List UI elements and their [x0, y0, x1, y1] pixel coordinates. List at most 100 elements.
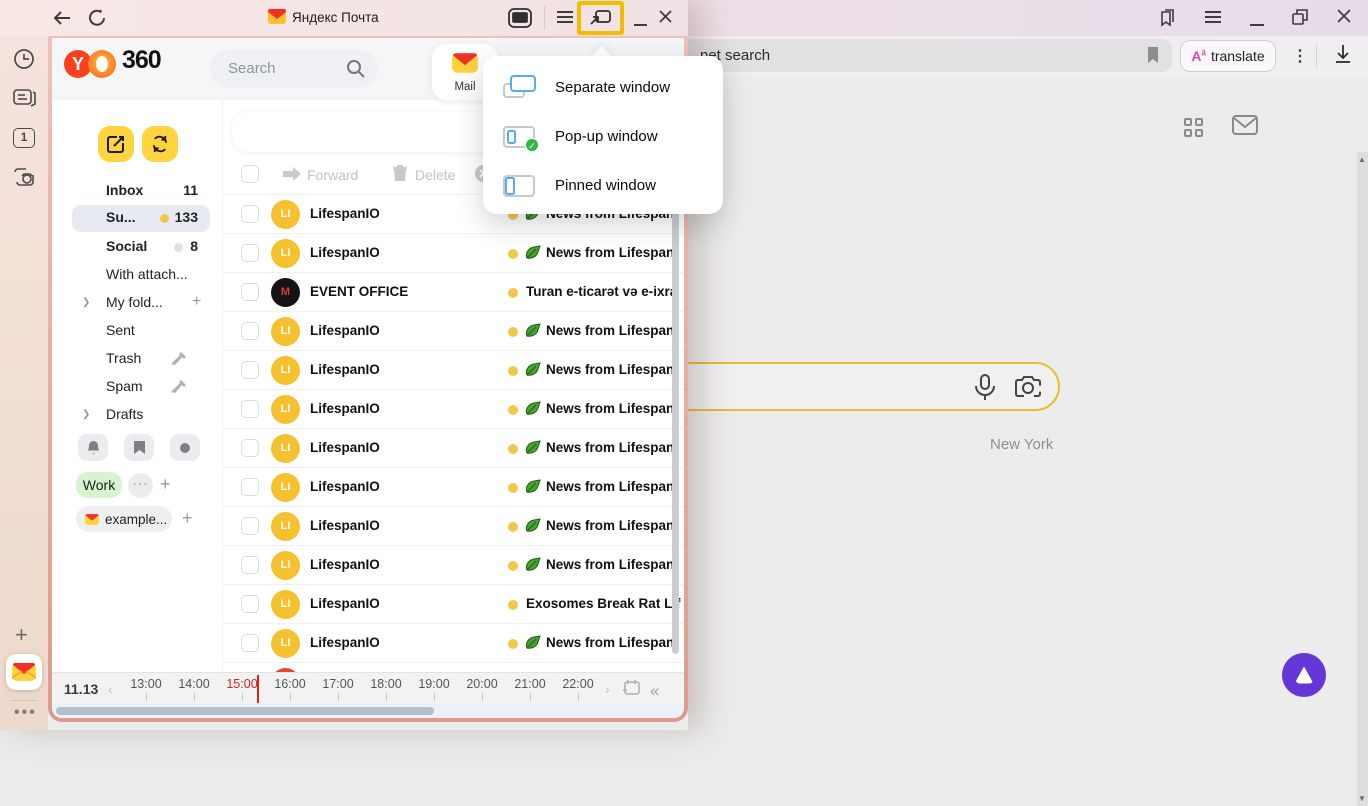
scroll-up-icon[interactable]: ▲ [1358, 155, 1366, 164]
mail-search-input[interactable]: Search [210, 50, 378, 88]
page-scrollbar[interactable]: ▲ ▼ [1357, 152, 1368, 806]
folder-item-su[interactable]: Su...133 [52, 205, 222, 232]
maximize-icon[interactable] [1292, 9, 1308, 30]
email-checkbox[interactable] [241, 517, 259, 535]
clear-folder-icon[interactable] [170, 351, 187, 369]
bookmark-flag-icon[interactable] [1146, 46, 1160, 69]
bookmarks-icon[interactable] [1156, 8, 1176, 33]
email-subject: Exosomes Break Rat Lif [526, 596, 681, 611]
minimize-icon[interactable] [1250, 14, 1264, 32]
email-row[interactable]: LILifespanIONews from Lifespan. [222, 233, 684, 272]
folder-item-drafts[interactable]: ❯Drafts [52, 402, 222, 429]
email-row[interactable]: LILifespanIOExosomes Break Rat Lif [222, 584, 684, 623]
tab-counter-icon[interactable]: 1 [13, 128, 35, 148]
email-list: LILifespanIONews from Lifespan.LILifespa… [222, 194, 684, 714]
page-mail-icon[interactable] [1232, 114, 1258, 141]
mail-minimize-icon[interactable] [634, 14, 647, 32]
select-all-checkbox[interactable] [241, 165, 259, 183]
clear-folder-icon[interactable] [170, 379, 187, 397]
email-checkbox[interactable] [241, 322, 259, 340]
weather-city-label[interactable]: New York [990, 436, 1053, 453]
mail-app-icon[interactable] [6, 654, 42, 690]
more-options-icon[interactable]: ⋮ [1292, 46, 1308, 66]
expand-chevron-icon[interactable]: ❯ [82, 297, 90, 308]
compose-button[interactable] [98, 126, 134, 162]
titlebar-mail-icon[interactable] [508, 8, 532, 33]
download-icon[interactable] [1334, 44, 1352, 69]
feed-icon[interactable] [13, 88, 36, 113]
alice-assistant-button[interactable] [1282, 653, 1326, 697]
new-tab-icon[interactable]: + [15, 622, 28, 648]
folder-item-sent[interactable]: Sent [52, 318, 222, 345]
translate-button[interactable]: Aã translate [1180, 40, 1276, 72]
email-row[interactable]: LILifespanIONews from Lifespan. [222, 467, 684, 506]
side-more-icon[interactable]: ••• [14, 704, 37, 722]
email-checkbox[interactable] [241, 439, 259, 457]
mail-menu-icon[interactable] [556, 10, 574, 29]
add-account-icon[interactable]: + [182, 508, 193, 529]
folder-item-myfold[interactable]: ❯My fold...+ [52, 290, 222, 317]
delete-icon [393, 165, 407, 182]
email-row[interactable]: LILifespanIONews from Lifespan. [222, 350, 684, 389]
email-checkbox[interactable] [241, 400, 259, 418]
screenshot-icon[interactable] [13, 166, 37, 193]
menu-item-separate-window[interactable]: Separate window [483, 66, 723, 112]
tag-more-button[interactable]: ··· [128, 473, 153, 498]
menu-item-pinned-window[interactable]: Pinned window [483, 164, 723, 210]
folder-item-spam[interactable]: Spam [52, 374, 222, 401]
list-scrollbar[interactable] [672, 212, 679, 654]
add-tag-icon[interactable]: + [160, 474, 171, 495]
email-checkbox[interactable] [241, 205, 259, 223]
email-checkbox[interactable] [241, 478, 259, 496]
y360-logo-icon[interactable] [88, 50, 116, 78]
email-row[interactable]: LILifespanIONews from Lifespan. [222, 311, 684, 350]
voice-search-icon[interactable] [974, 374, 996, 407]
menu-item-popup-window[interactable]: ✓ Pop-up window [483, 115, 723, 161]
bookmarked-pill[interactable] [124, 434, 154, 461]
email-row[interactable]: LILifespanIONews from Lifespan. [222, 506, 684, 545]
timeline-tick [386, 693, 387, 701]
folder-item-trash[interactable]: Trash [52, 346, 222, 373]
email-row[interactable]: MEVENT OFFICETuran e-ticarət və e-ixra [222, 272, 684, 311]
email-row[interactable]: LILifespanIONews from Lifespan. [222, 545, 684, 584]
email-checkbox[interactable] [241, 634, 259, 652]
apps-grid-icon[interactable] [1184, 118, 1203, 137]
timeline-prev-icon[interactable]: ‹ [108, 681, 113, 697]
history-icon[interactable] [13, 48, 35, 75]
email-checkbox[interactable] [241, 244, 259, 262]
add-event-icon[interactable] [622, 679, 640, 702]
account-shortcut[interactable]: example... [76, 506, 172, 532]
scroll-down-icon[interactable]: ▼ [1358, 794, 1366, 803]
collapse-timeline-icon[interactable]: « [650, 681, 659, 701]
refresh-icon[interactable] [88, 8, 107, 32]
reminders-pill[interactable] [78, 434, 108, 461]
timeline-next-icon[interactable]: › [605, 681, 610, 697]
horizontal-scrollbar[interactable] [52, 704, 684, 718]
email-row[interactable]: LILifespanIONews from Lifespan. [222, 623, 684, 662]
back-icon[interactable] [52, 9, 72, 32]
email-row[interactable]: LILifespanIONews from Lifespan. [222, 389, 684, 428]
delete-button[interactable]: Delete [415, 167, 455, 183]
email-subject: News from Lifespan. [546, 557, 678, 572]
email-row[interactable]: LILifespanIONews from Lifespan. [222, 428, 684, 467]
email-checkbox[interactable] [241, 283, 259, 301]
sender-avatar: LI [271, 473, 300, 502]
mail-close-icon[interactable] [658, 9, 673, 29]
forward-button[interactable]: Forward [307, 167, 358, 183]
folder-item-withattach[interactable]: With attach... [52, 262, 222, 289]
unread-filter-pill[interactable] [170, 434, 200, 461]
menu-icon[interactable] [1204, 10, 1222, 29]
email-checkbox[interactable] [241, 595, 259, 613]
image-search-icon[interactable] [1014, 374, 1042, 405]
add-folder-icon[interactable]: + [192, 293, 201, 311]
check-mail-button[interactable] [142, 126, 178, 162]
tag-work[interactable]: Work [76, 472, 122, 498]
hscroll-thumb[interactable] [56, 707, 434, 715]
email-checkbox[interactable] [241, 361, 259, 379]
expand-chevron-icon[interactable]: ❯ [82, 409, 90, 420]
yandex-search-bar[interactable] [656, 362, 1060, 411]
close-icon[interactable] [1336, 8, 1352, 29]
folder-item-social[interactable]: Social8 [52, 234, 222, 261]
folder-item-inbox[interactable]: Inbox11 [52, 178, 222, 205]
email-checkbox[interactable] [241, 556, 259, 574]
